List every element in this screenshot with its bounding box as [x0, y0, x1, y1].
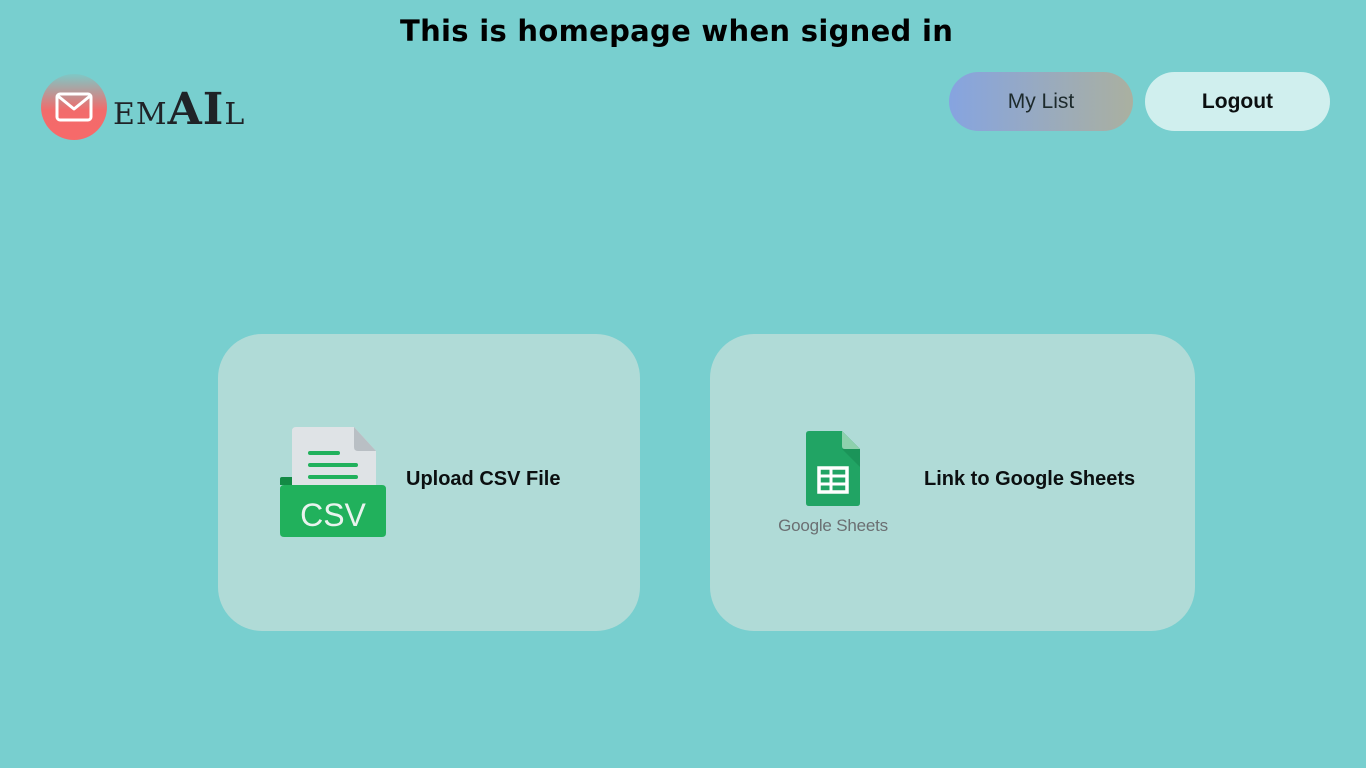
brand-name: EM AI L: [113, 80, 246, 135]
sheets-doc-icon: [806, 431, 860, 506]
google-sheets-icon: Google Sheets: [774, 430, 892, 540]
upload-csv-card[interactable]: CSV Upload CSV File: [218, 334, 640, 631]
page-caption: This is homepage when signed in: [400, 14, 954, 48]
logout-button[interactable]: Logout: [1145, 72, 1330, 131]
brand-highlight: AI: [167, 84, 225, 135]
csv-file-icon: CSV: [280, 427, 386, 537]
mail-icon: [55, 92, 93, 122]
brand-logo[interactable]: EM AI L: [41, 74, 245, 140]
upload-csv-label: Upload CSV File: [406, 468, 561, 490]
homepage: This is homepage when signed in EM AI L …: [0, 0, 1366, 768]
link-google-sheets-card[interactable]: Google Sheets Link to Google Sheets: [710, 334, 1195, 631]
link-google-sheets-label: Link to Google Sheets: [924, 468, 1136, 490]
brand-prefix: EM: [113, 97, 168, 132]
google-sheets-wordmark: Google Sheets: [778, 516, 888, 535]
my-list-button[interactable]: My List: [949, 72, 1133, 131]
csv-icon-text: CSV: [300, 497, 366, 533]
brand-suffix: L: [224, 97, 246, 132]
logo-badge: [41, 74, 107, 140]
